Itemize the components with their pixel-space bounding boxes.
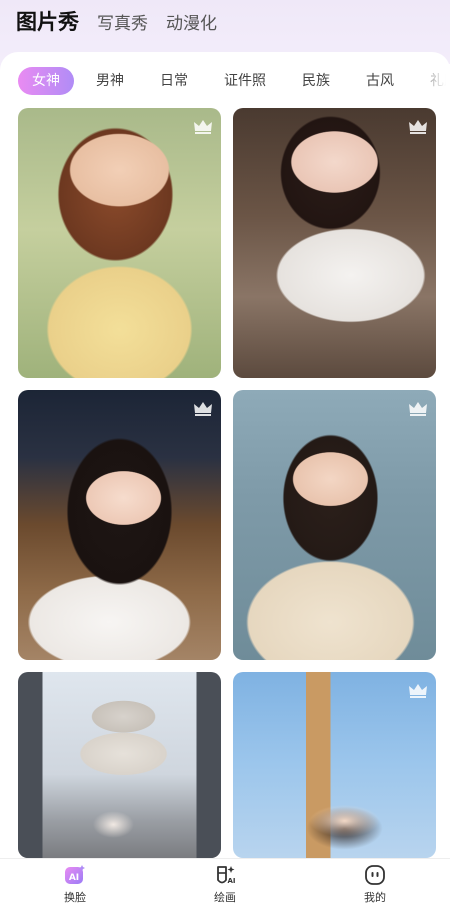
nav-face-swap-label: 换脸 bbox=[64, 891, 86, 904]
svg-text:AI: AI bbox=[227, 877, 235, 885]
template-card[interactable] bbox=[18, 672, 221, 858]
category-male-god[interactable]: 男神 bbox=[84, 67, 136, 95]
template-grid bbox=[18, 108, 436, 858]
nav-painting[interactable]: AI 绘画 bbox=[185, 864, 265, 905]
ai-paint-icon: AI bbox=[217, 866, 236, 885]
template-card[interactable] bbox=[233, 672, 436, 858]
category-id-photo[interactable]: 证件照 bbox=[212, 67, 278, 95]
portrait-image bbox=[18, 672, 221, 858]
nav-profile[interactable]: 我的 bbox=[335, 864, 415, 905]
crown-icon bbox=[194, 120, 212, 134]
svg-text:AI: AI bbox=[69, 873, 79, 883]
crown-icon bbox=[409, 684, 427, 698]
crown-icon bbox=[409, 402, 427, 416]
portrait-image bbox=[18, 108, 221, 378]
template-card[interactable] bbox=[233, 108, 436, 378]
category-daily[interactable]: 日常 bbox=[148, 67, 200, 95]
tab-image-show[interactable]: 图片秀 bbox=[16, 6, 79, 48]
category-fade bbox=[410, 64, 450, 98]
template-card[interactable] bbox=[233, 390, 436, 660]
template-card[interactable] bbox=[18, 108, 221, 378]
category-bar: 女神 男神 日常 证件照 民族 古风 礼服 bbox=[0, 64, 450, 98]
ai-face-icon: AI bbox=[65, 865, 85, 884]
tab-portrait-show[interactable]: 写真秀 bbox=[97, 9, 148, 48]
crown-icon bbox=[194, 402, 212, 416]
template-card[interactable] bbox=[18, 390, 221, 660]
category-ethnic[interactable]: 民族 bbox=[290, 67, 342, 95]
nav-face-swap[interactable]: AI 换脸 bbox=[35, 864, 115, 905]
crown-icon bbox=[409, 120, 427, 134]
portrait-image bbox=[233, 672, 436, 858]
nav-profile-label: 我的 bbox=[364, 891, 386, 904]
portrait-image bbox=[18, 390, 221, 660]
category-ancient-style[interactable]: 古风 bbox=[354, 67, 406, 95]
profile-icon bbox=[365, 865, 385, 885]
bottom-nav: AI 换脸 AI 绘画 我的 bbox=[0, 858, 450, 910]
nav-painting-label: 绘画 bbox=[214, 891, 236, 904]
tab-anime[interactable]: 动漫化 bbox=[166, 9, 217, 48]
portrait-image bbox=[233, 390, 436, 660]
portrait-image bbox=[233, 108, 436, 378]
top-tab-bar: 图片秀 写真秀 动漫化 bbox=[0, 0, 450, 48]
category-goddess[interactable]: 女神 bbox=[18, 67, 74, 95]
